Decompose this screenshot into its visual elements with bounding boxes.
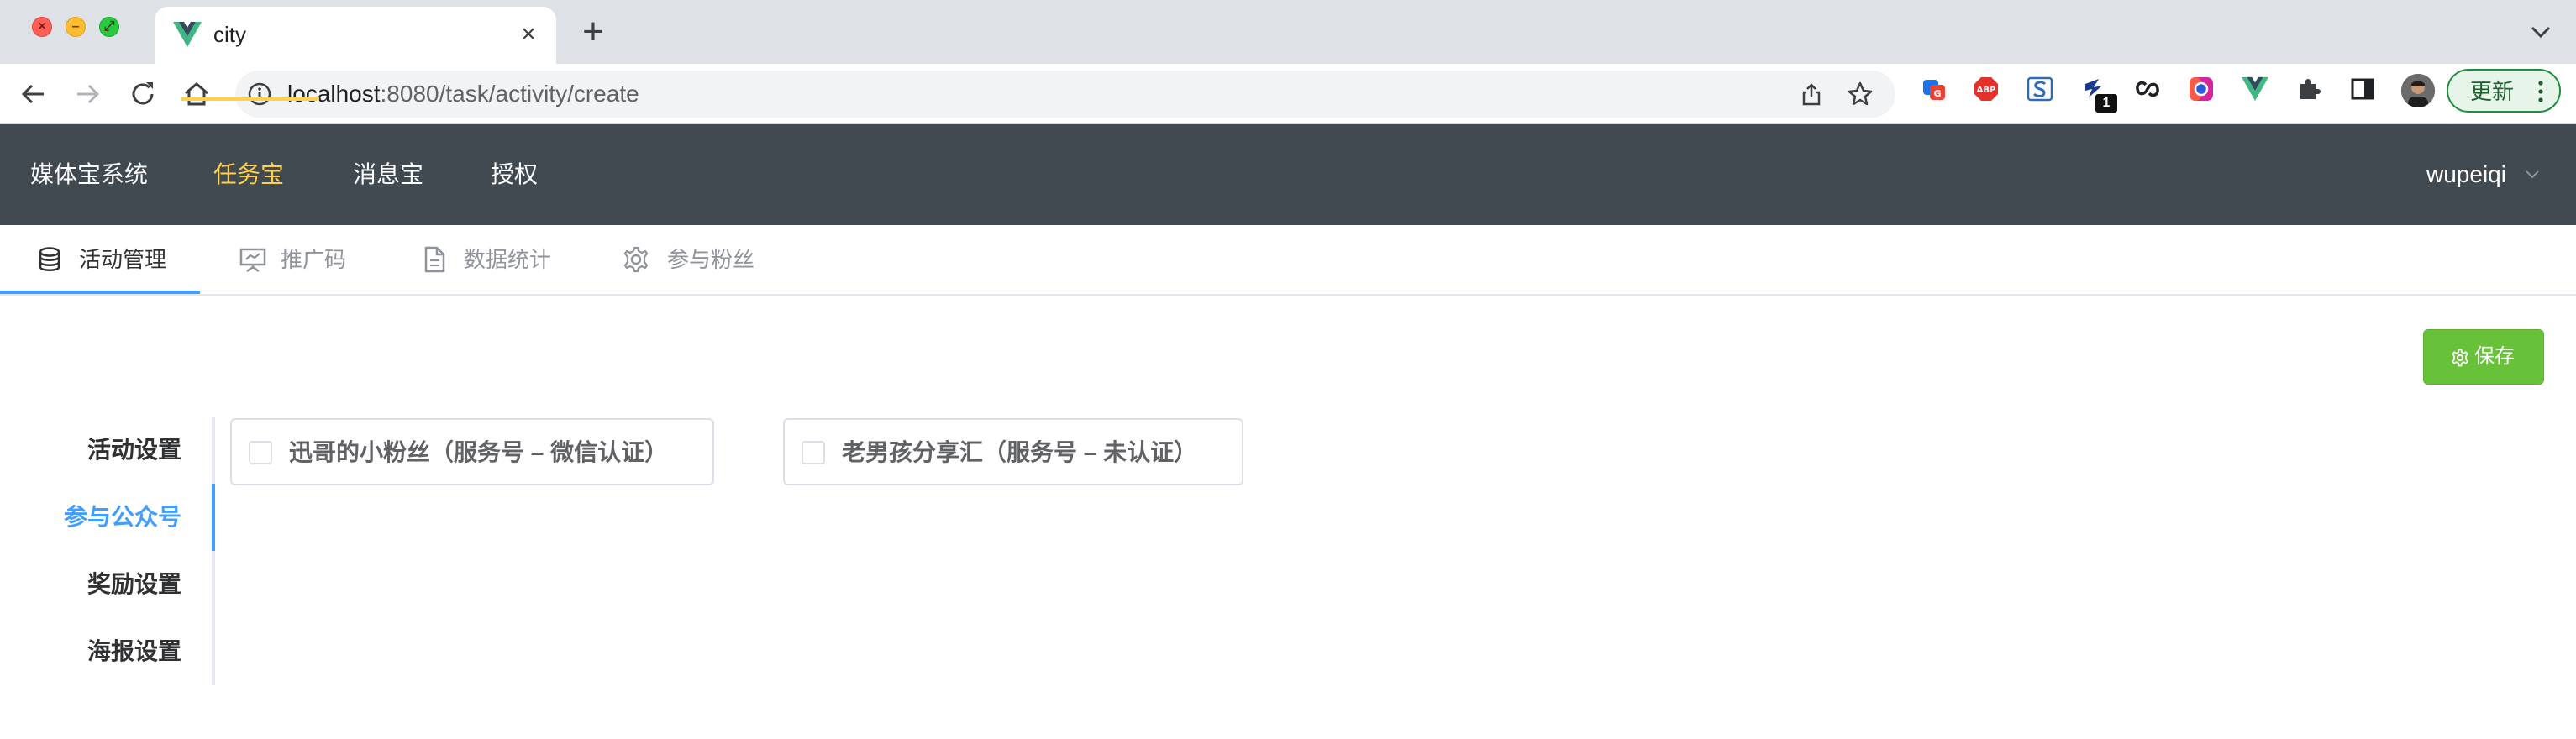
tab-title: city — [213, 22, 246, 47]
nav-item-message[interactable]: 消息宝 — [353, 158, 423, 191]
tab-label: 活动管理 — [79, 247, 167, 272]
share-icon[interactable] — [1798, 81, 1825, 107]
site-info-icon[interactable] — [247, 81, 272, 107]
window-close-button[interactable]: × — [32, 17, 52, 37]
forward-arrow-icon[interactable] — [71, 77, 104, 111]
svg-text:G: G — [1933, 88, 1941, 99]
tab-search-chevron-icon[interactable] — [2527, 18, 2554, 45]
checkbox[interactable] — [802, 441, 825, 464]
gear-icon — [623, 246, 649, 273]
nav-item-task[interactable]: 任务宝 — [213, 158, 284, 191]
app-header: 媒体宝系统 任务宝 消息宝 授权 wupeiqi — [0, 124, 2576, 225]
nav-item-auth[interactable]: 授权 — [491, 158, 538, 191]
tab-participating-fans[interactable]: 参与粉丝 — [586, 225, 788, 296]
tab-data-statistics[interactable]: 数据统计 — [385, 225, 586, 296]
side-tab-poster-settings[interactable]: 海报设置 — [87, 618, 181, 685]
url-text[interactable]: localhost:8080/task/activity/create — [287, 80, 639, 108]
save-label: 保存 — [2474, 345, 2515, 368]
brand-title[interactable]: 媒体宝系统 — [30, 158, 148, 191]
puzzle-extensions-icon[interactable] — [2295, 76, 2322, 102]
link-extension-icon[interactable] — [2134, 76, 2161, 102]
database-icon — [39, 247, 60, 271]
browser-tab-active[interactable]: city × — [155, 7, 556, 64]
side-tab-official-accounts[interactable]: 参与公众号 — [64, 484, 181, 551]
chevron-down-icon[interactable] — [2524, 168, 2541, 181]
update-label: 更新 — [2470, 79, 2515, 104]
tab-label: 推广码 — [281, 247, 347, 272]
presentation-icon — [239, 248, 266, 273]
browser-tab-strip: × – ⤢ city × + — [0, 0, 2576, 64]
document-icon — [424, 246, 445, 273]
tab-close-icon[interactable]: × — [514, 20, 543, 49]
side-panel-icon[interactable] — [2349, 76, 2376, 102]
profile-avatar[interactable] — [2401, 74, 2435, 107]
color-picker-extension-icon[interactable] — [2188, 76, 2215, 102]
checkbox[interactable] — [249, 441, 272, 464]
tab-label: 参与粉丝 — [667, 247, 755, 272]
side-tab-active-indicator — [212, 484, 215, 551]
checkbox-label: 迅哥的小粉丝（服务号 – 微信认证） — [289, 439, 669, 465]
bookmark-star-icon[interactable] — [1847, 81, 1874, 107]
home-icon[interactable] — [180, 77, 213, 111]
side-tab-rail — [212, 417, 215, 685]
gear-icon — [2452, 349, 2468, 367]
checkbox-label: 老男孩分享汇（服务号 – 未认证） — [842, 439, 1198, 465]
window-zoom-button[interactable]: ⤢ — [99, 17, 119, 37]
tab-promo-code[interactable]: 推广码 — [200, 225, 385, 296]
kebab-menu-icon — [2538, 81, 2543, 102]
translate-extension-icon[interactable]: G — [1921, 76, 1948, 102]
user-menu[interactable]: wupeiqi — [2426, 158, 2506, 191]
nav-active-indicator — [181, 97, 319, 101]
sub-tab-active-indicator — [0, 291, 200, 294]
avatar-person-icon — [2401, 74, 2435, 107]
window-minimize-button[interactable]: – — [66, 17, 86, 37]
reload-icon[interactable] — [126, 77, 160, 111]
adblock-extension-icon[interactable]: ABP — [1973, 76, 2000, 102]
s-extension-icon[interactable] — [2027, 76, 2053, 102]
save-button[interactable]: 保存 — [2423, 329, 2544, 385]
side-tab-activity-settings[interactable]: 活动设置 — [87, 417, 181, 484]
vue-devtools-extension-icon[interactable] — [2242, 76, 2268, 102]
svg-text:ABP: ABP — [1977, 86, 1996, 95]
address-bar[interactable]: localhost:8080/task/activity/create — [235, 71, 1895, 118]
vue-logo-icon — [173, 22, 202, 47]
account-checkbox-xunge[interactable]: 迅哥的小粉丝（服务号 – 微信认证） — [230, 418, 714, 485]
side-tab-reward-settings[interactable]: 奖励设置 — [87, 551, 181, 618]
tab-label: 数据统计 — [464, 247, 552, 272]
settings-side-tabs: 活动设置 参与公众号 奖励设置 海报设置 — [0, 417, 215, 685]
extension-badge: 1 — [2095, 94, 2117, 113]
sub-tab-bar: 活动管理 推广码 数据统计 参与粉丝 — [0, 225, 2576, 296]
back-arrow-icon[interactable] — [17, 77, 50, 111]
new-tab-button[interactable]: + — [578, 13, 608, 50]
browser-update-button[interactable]: 更新 — [2447, 69, 2561, 113]
account-checkbox-laonanhai[interactable]: 老男孩分享汇（服务号 – 未认证） — [783, 418, 1243, 485]
tab-activity-management[interactable]: 活动管理 — [0, 225, 200, 296]
